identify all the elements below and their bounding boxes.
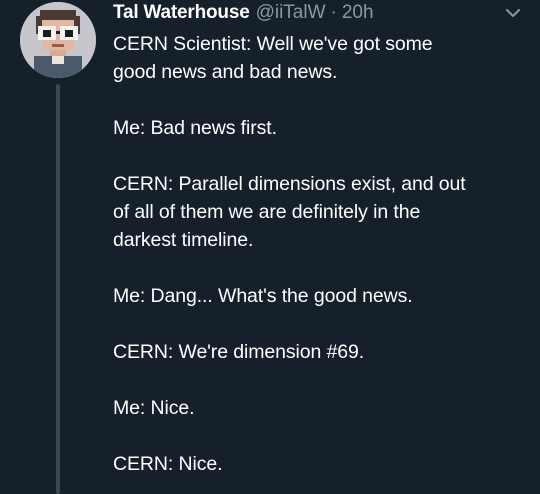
tweet-paragraph: CERN Scientist: Well we've got some good… [113,33,433,83]
tweet-header: Tal Waterhouse @iiTalW · 20h [113,0,374,26]
chevron-down-icon[interactable] [502,4,524,22]
tweet-paragraph: CERN: Nice. [113,453,223,475]
thread-line [56,84,60,494]
pixel-art-avatar-icon [20,2,96,78]
timestamp[interactable]: 20h [342,0,374,26]
tweet-paragraph: CERN: Parallel dimensions exist, and out… [113,173,466,251]
tweet-paragraph: Me: Bad news first. [113,117,277,139]
author-handle[interactable]: @iiTalW [256,0,326,26]
tweet: Tal Waterhouse @iiTalW · 20h CERN Scient… [0,0,540,494]
separator-dot: · [330,2,337,23]
avatar[interactable] [20,2,96,78]
tweet-body: CERN Scientist: Well we've got some good… [113,30,523,478]
author-name[interactable]: Tal Waterhouse [113,0,250,26]
tweet-paragraph: Me: Dang... What's the good news. [113,285,413,307]
tweet-paragraph: Me: Nice. [113,397,195,419]
tweet-paragraph: CERN: We're dimension #69. [113,341,365,363]
